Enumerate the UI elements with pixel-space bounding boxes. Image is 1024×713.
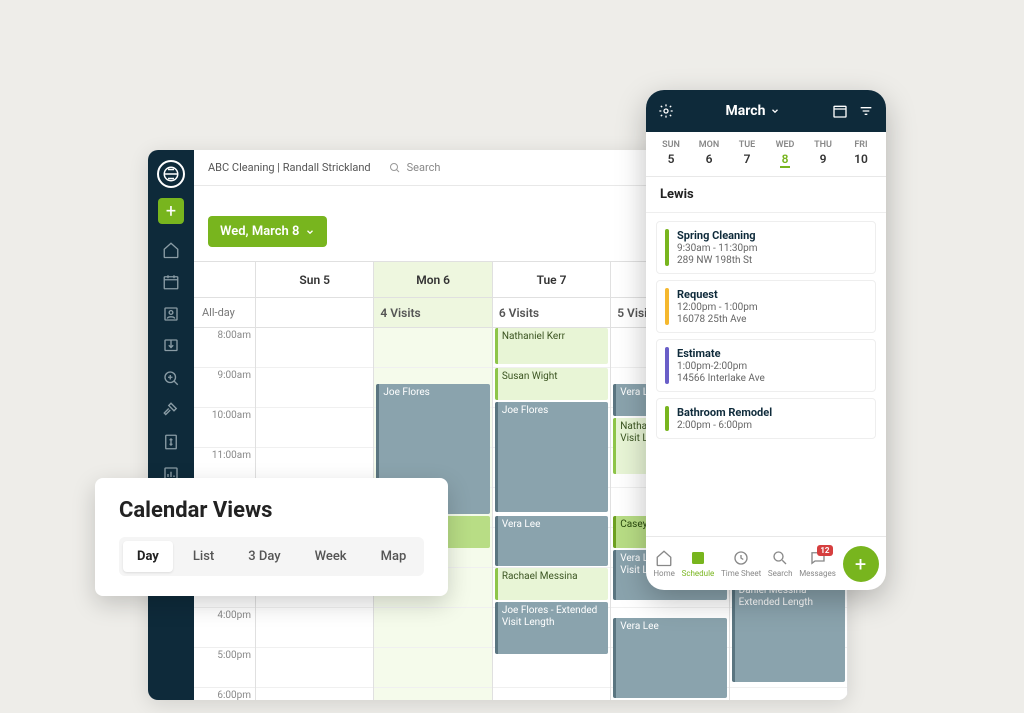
mobile-nav: Home Schedule Time Sheet Search 12 Messa… [646,536,886,590]
search-input[interactable]: Search [389,161,441,174]
allday-cell[interactable]: 6 Visits [493,298,611,327]
calendar-icon[interactable] [832,103,848,119]
mobile-schedule-list: Spring Cleaning9:30am - 11:30pm289 NW 19… [646,213,886,536]
mobile-day[interactable]: TUE7 [728,140,766,168]
view-tab-list[interactable]: List [179,541,228,572]
day-header: Tue 7 [493,262,611,297]
calendar-views-card: Calendar Views Day List 3 Day Week Map [95,478,448,596]
schedule-card[interactable]: Spring Cleaning9:30am - 11:30pm289 NW 19… [656,221,876,274]
nav-timesheet[interactable]: Time Sheet [721,549,761,578]
nav-search[interactable]: Search [768,549,793,578]
mobile-subhead: Lewis [646,177,886,213]
logo-icon [157,160,185,188]
schedule-card[interactable]: Estimate1:00pm-2:00pm14566 Interlake Ave [656,339,876,392]
calendar-icon[interactable] [157,268,185,296]
views-card-title: Calendar Views [119,498,424,523]
view-tab-map[interactable]: Map [367,541,421,572]
mobile-day[interactable]: FRI10 [842,140,880,168]
invoice-icon[interactable] [157,428,185,456]
chevron-down-icon [770,106,780,116]
day-column-tue[interactable]: Nathaniel Kerr Susan WightJoe FloresVera … [493,328,611,700]
calendar-event[interactable]: Susan Wight [495,368,608,400]
mobile-month-picker[interactable]: March [726,103,781,119]
day-header: Mon 6 [374,262,492,297]
mobile-day[interactable]: WED8 [766,140,804,168]
allday-cell[interactable]: 4 Visits [374,298,492,327]
date-picker-button[interactable]: Wed, March 8 [208,216,327,247]
calendar-event[interactable]: Joe Flores [495,402,608,512]
mobile-week-row: SUN5MON6TUE7WED8THU9FRI10 [646,132,886,177]
view-tab-week[interactable]: Week [301,541,361,572]
sidebar-add-button[interactable]: + [158,198,184,224]
calendar-event[interactable]: Daniel Messina Extended Length [732,582,845,682]
schedule-card[interactable]: Bathroom Remodel2:00pm - 6:00pm [656,398,876,439]
schedule-card[interactable]: Request12:00pm - 1:00pm16078 25th Ave [656,280,876,333]
mobile-header: March [646,90,886,132]
inbox-icon[interactable] [157,332,185,360]
calendar-event[interactable]: Vera Lee [495,516,608,566]
mobile-add-button[interactable]: + [843,546,879,582]
breadcrumb: ABC Cleaning | Randall Strickland [208,161,371,174]
home-icon[interactable] [157,236,185,264]
day-header: Sun 5 [256,262,374,297]
view-tab-day[interactable]: Day [123,541,173,572]
messages-badge: 12 [817,545,832,556]
view-tab-3day[interactable]: 3 Day [234,541,294,572]
calendar-event[interactable]: Nathaniel Kerr [495,328,608,364]
calendar-event[interactable]: Rachael Messina [495,568,608,600]
nav-home[interactable]: Home [653,549,675,578]
gear-icon[interactable] [658,103,674,119]
calendar-event[interactable]: Joe Flores - Extended Visit Length [495,602,608,654]
allday-cell [256,298,374,327]
person-icon[interactable] [157,300,185,328]
hammer-icon[interactable] [157,396,185,424]
views-tabs: Day List 3 Day Week Map [119,537,424,576]
sidebar: + [148,150,194,700]
mobile-day[interactable]: THU9 [804,140,842,168]
nav-messages[interactable]: 12 Messages [799,549,836,578]
mobile-day[interactable]: MON6 [690,140,728,168]
filter-icon[interactable] [858,103,874,119]
quote-icon[interactable] [157,364,185,392]
mobile-day[interactable]: SUN5 [652,140,690,168]
calendar-event[interactable]: Vera Lee [613,618,726,698]
nav-schedule[interactable]: Schedule [682,549,715,578]
mobile-app: March SUN5MON6TUE7WED8THU9FRI10 Lewis Sp… [646,90,886,590]
